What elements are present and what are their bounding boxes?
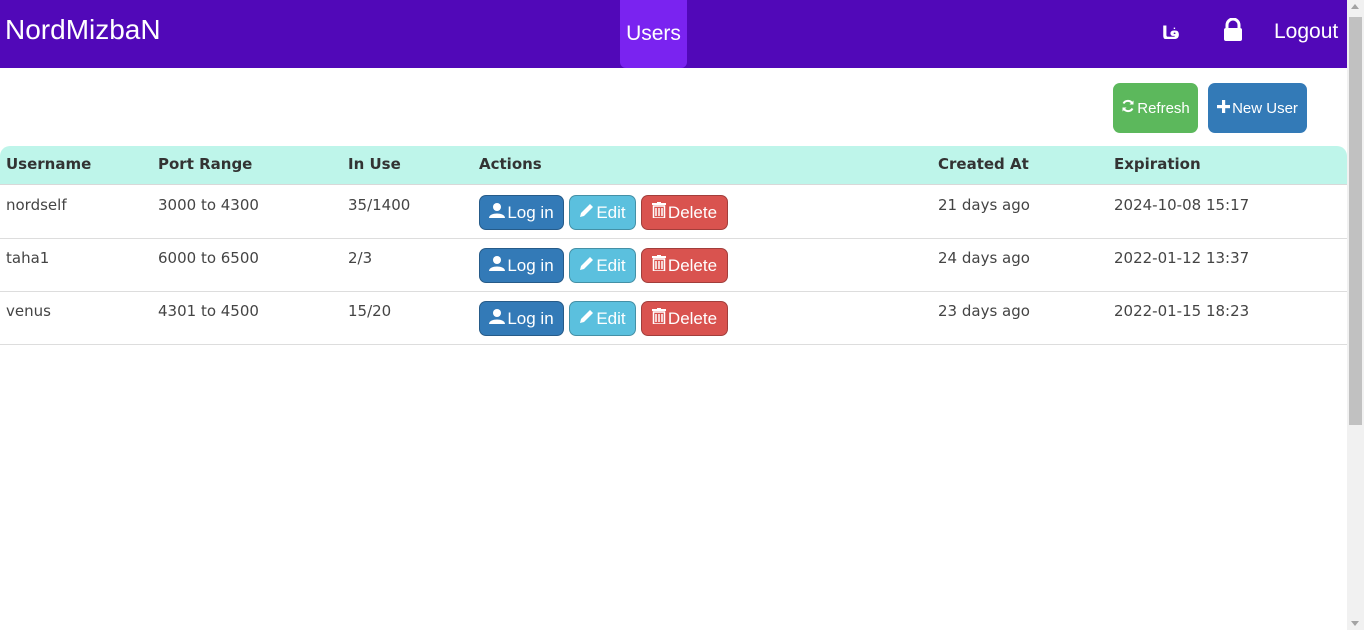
cell-created-at: 24 days ago xyxy=(938,249,1030,267)
user-icon xyxy=(489,202,507,223)
edit-label: Edit xyxy=(596,308,626,328)
edit-label: Edit xyxy=(596,255,626,275)
refresh-icon xyxy=(1121,99,1137,117)
cell-port-range: 6000 to 6500 xyxy=(158,249,259,267)
table-row: taha1 6000 to 6500 2/3 Log in Edit Delet… xyxy=(0,239,1347,292)
table-row: venus 4301 to 4500 15/20 Log in Edit Del… xyxy=(0,292,1347,345)
cell-username: venus xyxy=(6,302,51,320)
login-label: Log in xyxy=(507,255,554,275)
cell-in-use: 35/1400 xyxy=(348,196,411,214)
login-label: Log in xyxy=(507,202,554,222)
header-actions: Actions xyxy=(479,155,542,173)
pencil-icon xyxy=(579,309,596,329)
delete-label: Delete xyxy=(667,308,718,328)
refresh-label: Refresh xyxy=(1137,99,1190,117)
user-icon xyxy=(489,255,507,276)
language-toggle[interactable]: فا xyxy=(1160,20,1182,46)
delete-label: Delete xyxy=(667,202,718,222)
scroll-down-arrow-icon[interactable] xyxy=(1351,621,1359,626)
header-username: Username xyxy=(6,155,92,173)
header-expiration: Expiration xyxy=(1114,155,1201,173)
edit-button[interactable]: Edit xyxy=(569,195,636,230)
login-button[interactable]: Log in xyxy=(479,248,564,283)
cell-created-at: 23 days ago xyxy=(938,302,1030,320)
delete-button[interactable]: Delete xyxy=(641,248,728,283)
logout-link[interactable]: Logout xyxy=(1274,18,1338,46)
edit-button[interactable]: Edit xyxy=(569,301,636,336)
cell-expiration: 2024-10-08 15:17 xyxy=(1114,196,1250,214)
brand-logo[interactable]: NordMizbaN xyxy=(5,14,161,46)
nav-users-tab[interactable]: Users xyxy=(620,0,687,68)
delete-label: Delete xyxy=(667,255,718,275)
user-icon xyxy=(489,308,507,329)
login-button[interactable]: Log in xyxy=(479,301,564,336)
cell-username: nordself xyxy=(6,196,67,214)
pencil-icon xyxy=(579,203,596,223)
delete-button[interactable]: Delete xyxy=(641,301,728,336)
pencil-icon xyxy=(579,256,596,276)
scrollbar-thumb[interactable] xyxy=(1349,17,1362,425)
cell-port-range: 4301 to 4500 xyxy=(158,302,259,320)
login-button[interactable]: Log in xyxy=(479,195,564,230)
plus-icon xyxy=(1217,99,1232,117)
table-header: Username Port Range In Use Actions Creat… xyxy=(0,146,1347,185)
edit-label: Edit xyxy=(596,202,626,222)
cell-expiration: 2022-01-15 18:23 xyxy=(1114,302,1250,320)
cell-expiration: 2022-01-12 13:37 xyxy=(1114,249,1250,267)
header-port-range: Port Range xyxy=(158,155,253,173)
login-label: Log in xyxy=(507,308,554,328)
cell-in-use: 2/3 xyxy=(348,249,373,267)
trash-icon xyxy=(651,202,668,223)
new-user-button[interactable]: New User xyxy=(1208,83,1307,133)
trash-icon xyxy=(651,308,668,329)
refresh-button[interactable]: Refresh xyxy=(1113,83,1198,133)
new-user-label: New User xyxy=(1232,99,1298,117)
scroll-up-arrow-icon[interactable] xyxy=(1351,4,1359,9)
delete-button[interactable]: Delete xyxy=(641,195,728,230)
cell-port-range: 3000 to 4300 xyxy=(158,196,259,214)
table-row: nordself 3000 to 4300 35/1400 Log in Edi… xyxy=(0,186,1347,239)
lock-icon[interactable] xyxy=(1222,17,1244,42)
header-in-use: In Use xyxy=(348,155,401,173)
cell-username: taha1 xyxy=(6,249,50,267)
header-created-at: Created At xyxy=(938,155,1029,173)
cell-in-use: 15/20 xyxy=(348,302,392,320)
trash-icon xyxy=(651,255,668,276)
edit-button[interactable]: Edit xyxy=(569,248,636,283)
cell-created-at: 21 days ago xyxy=(938,196,1030,214)
navbar: NordMizbaN Users فا Logout xyxy=(0,0,1347,68)
